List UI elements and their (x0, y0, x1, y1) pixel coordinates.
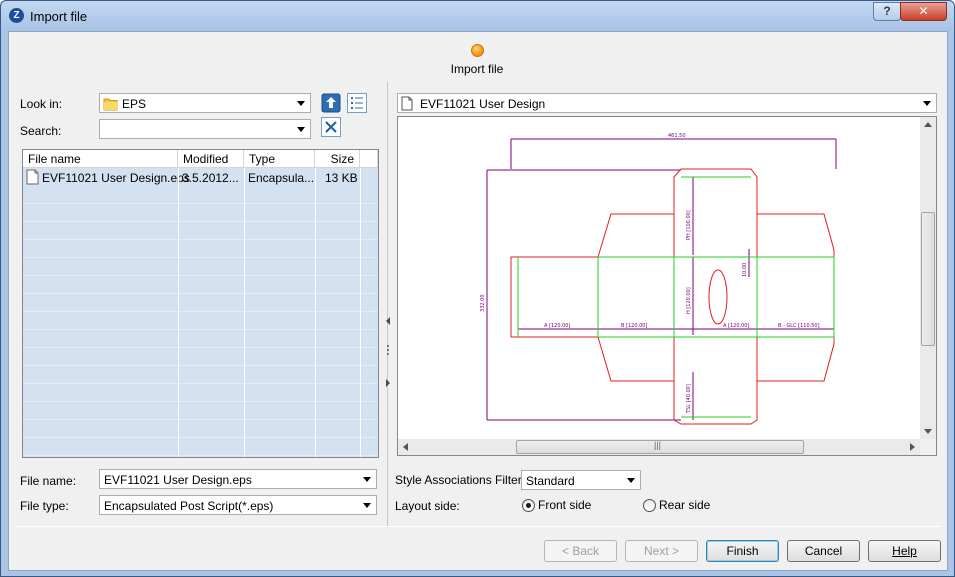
preview-horizontal-scrollbar[interactable]: ||| (398, 439, 920, 455)
look-in-label: Look in: (20, 97, 63, 111)
dialog-body: Import file Look in: EPS Search: File na… (8, 31, 948, 571)
help-button[interactable]: Help (868, 540, 941, 562)
column-header-name[interactable]: File name (23, 150, 178, 168)
search-label: Search: (20, 124, 62, 138)
scroll-down-icon[interactable] (924, 429, 932, 434)
scroll-left-icon[interactable] (403, 443, 408, 451)
up-folder-icon[interactable] (321, 93, 341, 113)
front-side-label[interactable]: Front side (538, 498, 591, 512)
dieline-drawing: 461.50 332.00 PH [100.00] H [120.00] A [… (480, 133, 837, 425)
file-size-cell: 13 KB (325, 171, 358, 185)
chevron-down-icon[interactable] (623, 472, 639, 488)
layout-side-label: Layout side: (395, 499, 460, 513)
list-view-icon[interactable] (347, 93, 367, 113)
file-name-label: File name: (20, 474, 77, 488)
style-filter-label: Style Associations Filter (395, 473, 522, 487)
scroll-right-icon[interactable] (910, 443, 915, 451)
file-type-value: Encapsulated Post Script(*.eps) (104, 499, 274, 513)
dim-a2: A [120.00] (723, 323, 749, 329)
dim-ph: PH [100.00] (686, 210, 692, 240)
dim-a1: A [120.00] (544, 323, 570, 329)
rear-side-radio[interactable] (643, 499, 656, 512)
document-icon (401, 96, 413, 111)
splitter-grip-icon[interactable] (385, 312, 391, 392)
scroll-up-icon[interactable] (924, 122, 932, 127)
table-row[interactable]: EVF11021 User Design.eps 3.5.2012... Enc… (23, 168, 378, 186)
column-header-filler (360, 150, 378, 168)
chevron-down-icon[interactable] (359, 471, 375, 487)
document-icon (26, 169, 39, 185)
dim-bglc: B - GLC [110.50] (778, 323, 820, 329)
front-side-radio[interactable] (522, 499, 535, 512)
dim-left: 332.00 (480, 295, 486, 313)
finish-button[interactable]: Finish (706, 540, 779, 562)
design-preview-canvas[interactable]: 461.50 332.00 PH [100.00] H [120.00] A [… (397, 116, 937, 456)
title-bar: Z Import file ? ✕ (1, 1, 954, 31)
horizontal-scroll-thumb[interactable]: ||| (516, 440, 804, 454)
chevron-down-icon[interactable] (293, 121, 309, 137)
column-header-size[interactable]: Size (315, 150, 360, 168)
chevron-down-icon[interactable] (293, 95, 309, 111)
preview-vertical-scrollbar[interactable] (920, 117, 936, 439)
file-type-label: File type: (20, 499, 69, 513)
dim-b: B [120.00] (621, 323, 647, 329)
chevron-down-icon[interactable] (919, 95, 935, 111)
panel-splitter[interactable] (385, 82, 391, 526)
back-button[interactable]: < Back (544, 540, 617, 562)
file-list-empty-area (23, 186, 378, 457)
file-list[interactable]: File name Modified Type Size EVF11021 Us… (22, 149, 379, 458)
column-header-type[interactable]: Type (244, 150, 315, 168)
style-filter-dropdown[interactable]: Standard (521, 470, 641, 490)
scroll-corner (920, 439, 936, 455)
dim-tsl: TSL [40.00] (686, 384, 692, 414)
vertical-scroll-thumb[interactable] (921, 212, 935, 346)
column-header-modified[interactable]: Modified (178, 150, 244, 168)
window-title: Import file (30, 9, 88, 24)
style-filter-value: Standard (526, 474, 575, 488)
file-type-dropdown[interactable]: Encapsulated Post Script(*.eps) (99, 495, 377, 515)
file-name-field[interactable]: EVF11021 User Design.eps (99, 469, 377, 489)
rear-side-label[interactable]: Rear side (659, 498, 710, 512)
design-name: EVF11021 User Design (420, 97, 546, 111)
dim-gap: 10.00 (742, 263, 748, 277)
step-indicator-icon (470, 44, 484, 57)
dim-h: H [120.00] (686, 287, 692, 314)
title-close-button[interactable]: ✕ (900, 2, 947, 21)
folder-icon (103, 98, 118, 111)
app-icon: Z (9, 8, 24, 23)
wizard-step: Import file (9, 44, 945, 76)
file-type-cell: Encapsula... (248, 171, 315, 185)
file-name-cell: EVF11021 User Design.eps (42, 171, 190, 185)
file-name-value: EVF11021 User Design.eps (104, 473, 252, 487)
design-selector[interactable]: EVF11021 User Design (397, 93, 937, 113)
chevron-down-icon[interactable] (359, 497, 375, 513)
step-label: Import file (450, 62, 504, 76)
import-file-window: Z Import file ? ✕ Import file Look in: E… (0, 0, 955, 577)
file-modified-cell: 3.5.2012... (182, 171, 239, 185)
look-in-value: EPS (122, 97, 147, 111)
dim-top: 461.50 (668, 133, 686, 139)
cancel-button[interactable]: Cancel (787, 540, 860, 562)
title-help-button[interactable]: ? (873, 2, 901, 21)
look-in-dropdown[interactable]: EPS (99, 93, 311, 113)
search-dropdown[interactable] (99, 119, 311, 139)
scroll-grip: ||| (654, 440, 662, 450)
next-button[interactable]: Next > (625, 540, 698, 562)
clear-search-icon[interactable] (321, 117, 341, 137)
button-separator (15, 526, 941, 527)
